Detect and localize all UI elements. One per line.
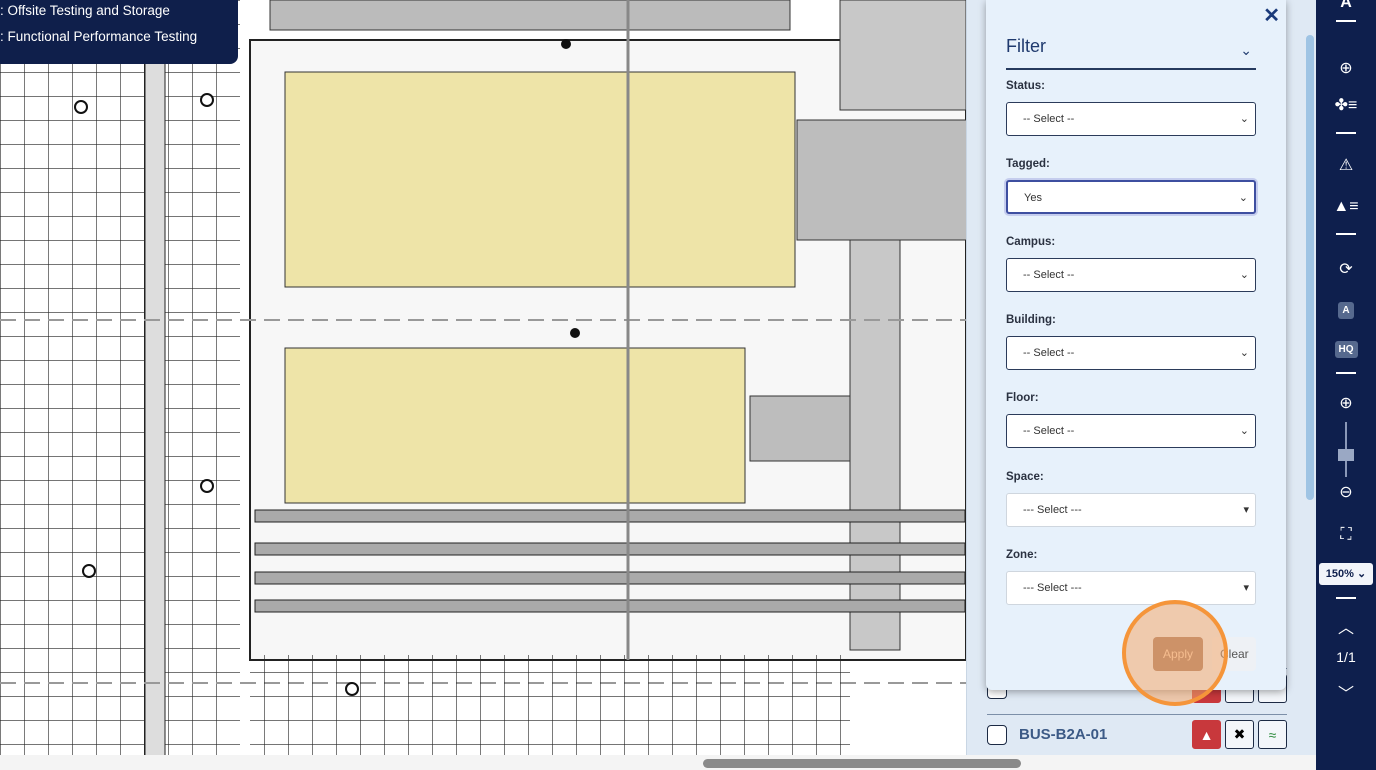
floor-plan-drawing[interactable] (0, 0, 966, 755)
legend-item-fpt: : Functional Performance Testing (0, 29, 198, 44)
chevron-down-icon: ⌄ (1238, 192, 1248, 204)
tagged-value: Yes (1024, 192, 1042, 204)
filter-header[interactable]: Filter ⌄ (1006, 36, 1256, 70)
chevron-down-icon: ⌄ (1239, 425, 1249, 437)
rotate-text-button[interactable]: A (1316, 300, 1376, 319)
campus-select[interactable]: -- Select -- ⌄ (1006, 258, 1256, 292)
zoom-out-icon[interactable]: ⊖ (1316, 482, 1376, 502)
list-item-checkbox[interactable] (987, 724, 1007, 745)
zone-select[interactable]: --- Select --- ▾ (1006, 571, 1256, 605)
add-issue-icon[interactable]: ⚠ (1316, 155, 1376, 175)
chevron-down-icon: ▾ (1243, 582, 1249, 594)
chevron-down-icon: ▾ (1243, 504, 1249, 516)
list-item-label[interactable]: BUS-B2A-01 (1019, 726, 1188, 743)
close-icon[interactable]: ✕ (1263, 3, 1280, 28)
tagged-select[interactable]: Yes ⌄ (1006, 180, 1256, 214)
equipment-list-icon[interactable]: ✤≡ (1316, 95, 1376, 115)
campus-label: Campus: (1006, 236, 1056, 248)
status-select[interactable]: -- Select -- ⌄ (1006, 102, 1256, 136)
fullscreen-icon[interactable]: ⛶ (1316, 526, 1376, 544)
floor-value: -- Select -- (1023, 425, 1075, 437)
filter-title: Filter (1006, 36, 1046, 56)
apply-button[interactable]: Apply (1153, 637, 1203, 671)
campus-value: -- Select -- (1023, 269, 1075, 281)
status-value: -- Select -- (1023, 113, 1075, 125)
building-label: Building: (1006, 314, 1056, 326)
list-item[interactable]: BUS-B2A-01 ▲ ✖ ≈ (987, 714, 1287, 754)
page-indicator: 1/1 (1336, 649, 1356, 665)
status-label: Status: (1006, 80, 1045, 92)
building-value: -- Select -- (1023, 347, 1075, 359)
zoom-level: 150% (1325, 568, 1354, 580)
hq-button[interactable]: HQ (1316, 339, 1376, 358)
previous-page-icon[interactable]: ︿ (1316, 614, 1376, 638)
hq-label: HQ (1334, 341, 1358, 358)
space-select[interactable]: --- Select --- ▾ (1006, 493, 1256, 527)
scrollbar-thumb[interactable] (703, 759, 1021, 768)
floor-select[interactable]: -- Select -- ⌄ (1006, 414, 1256, 448)
refresh-icon[interactable]: ⟳ (1316, 259, 1376, 279)
filter-scrollbar[interactable] (1306, 35, 1314, 500)
zone-label: Zone: (1006, 549, 1038, 561)
clear-button[interactable]: Clear (1212, 637, 1256, 671)
tools-icon[interactable]: ✖ (1225, 720, 1254, 749)
zoom-in-icon[interactable]: ⊕ (1316, 393, 1376, 413)
horizontal-scrollbar[interactable] (0, 755, 1316, 770)
space-value: --- Select --- (1023, 504, 1082, 516)
issue-list-icon[interactable]: ▲≡ (1316, 198, 1376, 216)
warning-icon[interactable]: ▲ (1192, 720, 1221, 749)
tool-rail: A ⊕ ✤≡ ⚠ ▲≡ ⟳ A HQ ⊕ ⊖ ⛶ 150% ⌄ ︿ 1/1 ﹀ (1316, 0, 1376, 770)
next-page-icon[interactable]: ﹀ (1316, 680, 1376, 704)
floor-label: Floor: (1006, 392, 1039, 404)
add-equipment-icon[interactable]: ⊕ (1316, 58, 1376, 78)
trend-icon[interactable]: ≈ (1258, 720, 1287, 749)
zoom-slider-handle[interactable] (1338, 449, 1354, 461)
chevron-down-icon: ⌄ (1239, 347, 1249, 359)
chevron-down-icon: ⌄ (1239, 269, 1249, 281)
space-label: Space: (1006, 471, 1044, 483)
phase-legend: : Offsite Testing and Storage : Function… (0, 0, 238, 64)
rotate-label: A (1338, 302, 1354, 319)
tagged-label: Tagged: (1006, 158, 1050, 170)
zoom-level-select[interactable]: 150% ⌄ (1319, 563, 1373, 585)
zone-value: --- Select --- (1023, 582, 1082, 594)
chevron-down-icon: ⌄ (1239, 113, 1249, 125)
building-select[interactable]: -- Select -- ⌄ (1006, 336, 1256, 370)
legend-item-offsite: : Offsite Testing and Storage (0, 3, 170, 18)
text-tool-icon[interactable]: A (1316, 0, 1376, 12)
chevron-down-icon[interactable]: ⌄ (1240, 42, 1252, 59)
filter-panel: ✕ Filter ⌄ Status: -- Select -- ⌄ Tagged: Yes… (986, 0, 1286, 690)
